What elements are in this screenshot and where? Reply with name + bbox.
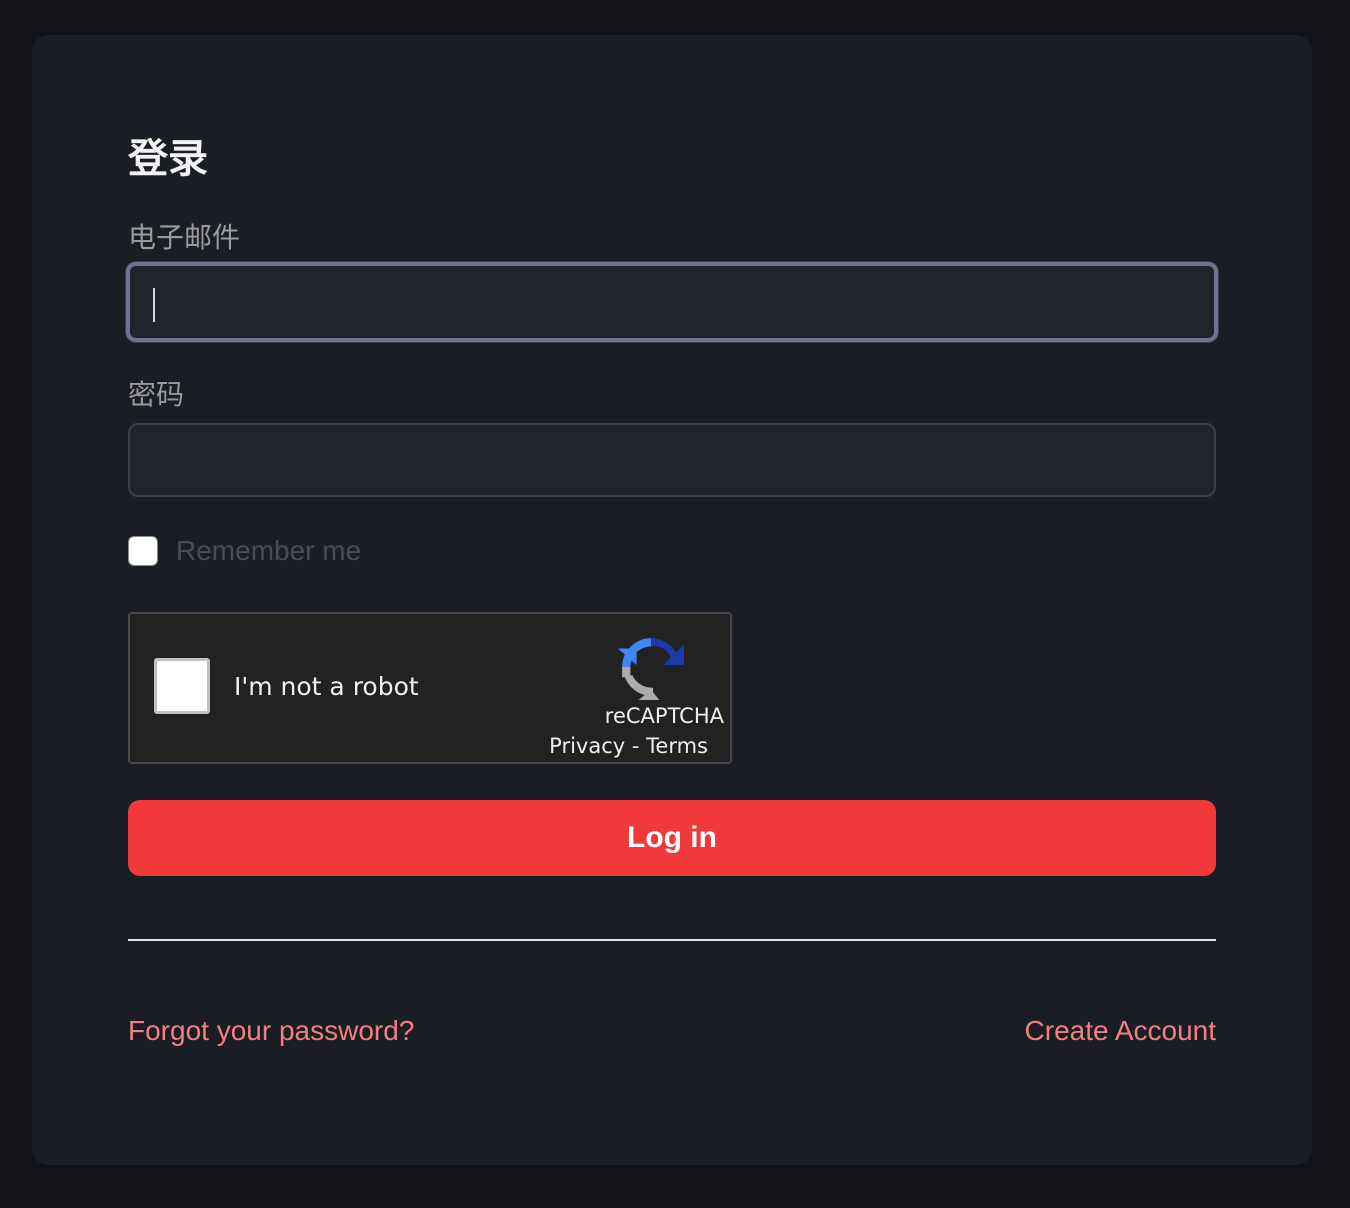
divider [128,939,1216,941]
recaptcha-link-separator: - [631,734,640,758]
recaptcha-checkbox[interactable] [154,658,210,714]
recaptcha-brand: reCAPTCHA [604,704,724,728]
recaptcha-label: I'm not a robot [234,672,419,701]
recaptcha-logo-icon [618,638,684,700]
password-field[interactable] [128,423,1216,497]
email-label: 电子邮件 [128,222,241,253]
recaptcha-widget: I'm not a robot reCAPTCHA Privacy - Term… [128,612,732,764]
login-button[interactable]: Log in [128,800,1216,876]
remember-me-checkbox[interactable] [128,536,158,566]
text-caret [153,288,155,322]
remember-me[interactable]: Remember me [128,535,361,567]
password-label: 密码 [128,379,185,410]
login-card: 登录 电子邮件 密码 Remember me I'm not a robot r… [32,35,1312,1165]
recaptcha-links: Privacy - Terms [549,734,708,758]
email-field[interactable] [126,262,1218,342]
remember-me-label: Remember me [176,535,362,566]
page-title: 登录 [128,137,208,181]
forgot-password-link[interactable]: Forgot your password? [128,1013,414,1049]
recaptcha-terms-link[interactable]: Terms [646,734,708,758]
create-account-link[interactable]: Create Account [1025,1013,1216,1049]
recaptcha-privacy-link[interactable]: Privacy [549,734,625,758]
